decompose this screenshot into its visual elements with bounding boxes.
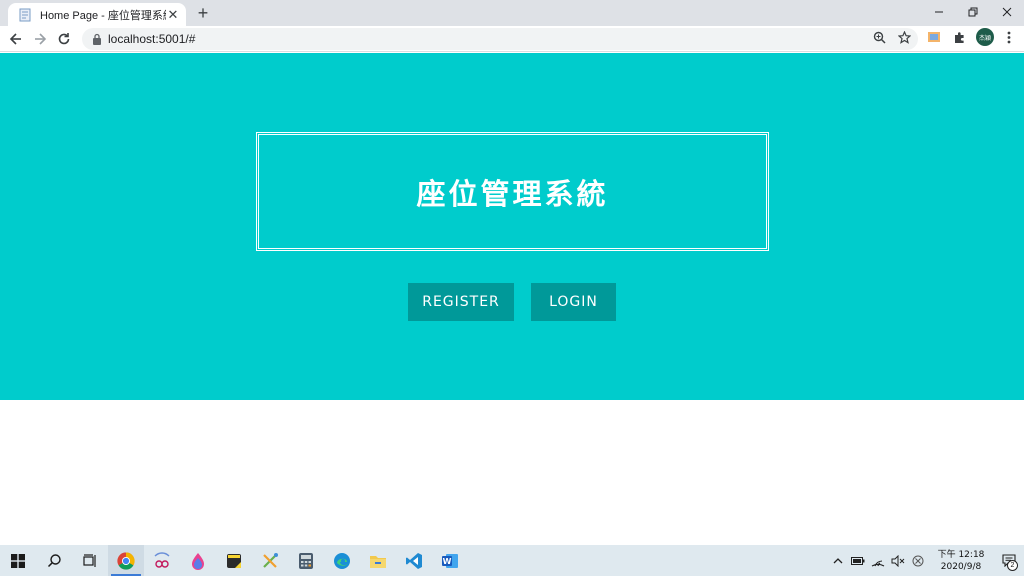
svg-text:W: W [443,557,452,566]
page-icon [19,8,31,21]
notification-center-button[interactable]: 2 [994,545,1024,576]
tab-title: Home Page - 座位管理系統 [40,9,166,22]
back-button[interactable] [6,29,26,49]
arrow-left-icon [9,33,21,45]
clock-time: 下午 12:18 [937,549,985,560]
close-window-button[interactable] [990,0,1024,24]
chrome-icon[interactable] [108,545,144,576]
arrow-right-icon [35,33,47,45]
title-frame: 座位管理系統 [256,132,769,251]
file-explorer-icon[interactable] [360,545,396,576]
toolbar-actions: 杰穎 [863,28,1018,46]
browser-tab-home[interactable]: Home Page - 座位管理系統 ✕ [8,3,186,26]
restore-button[interactable] [956,0,990,24]
hero-section: 座位管理系統 REGISTER LOGIN [0,53,1024,400]
lock-icon [93,33,101,45]
notification-badge: 2 [1007,560,1018,571]
calculator-icon[interactable] [288,545,324,576]
close-tab-icon[interactable]: ✕ [166,7,180,22]
snipping-icon[interactable] [144,545,180,576]
bookmark-star-icon[interactable] [895,28,913,46]
new-tab-button[interactable]: + [194,4,212,22]
extensions-puzzle-icon[interactable] [950,28,968,46]
reload-button[interactable] [54,29,74,49]
login-button[interactable]: LOGIN [531,283,616,321]
windows-start-icon[interactable] [0,545,36,576]
avatar: 杰穎 [976,28,994,46]
forward-button[interactable] [30,29,50,49]
battery-icon[interactable] [849,552,867,570]
profile-avatar[interactable]: 杰穎 [976,28,994,46]
search-icon[interactable] [36,545,72,576]
browser-tabstrip: Home Page - 座位管理系統 ✕ + [0,0,1024,26]
chevron-up-icon[interactable] [829,552,847,570]
register-button[interactable]: REGISTER [408,283,514,321]
address-bar[interactable]: localhost:5001/# [82,28,918,50]
menu-kebab-icon[interactable] [1000,28,1018,46]
browser-toolbar: localhost:5001/# 杰穎 [0,26,1024,52]
clock-date: 2020/9/8 [940,561,982,572]
windows-taskbar: W 下午 12:18 2020/9/8 2 [0,545,1024,576]
reload-icon [58,33,70,45]
network-off-icon[interactable] [909,552,927,570]
zoom-icon[interactable] [870,28,888,46]
window-controls [922,0,1024,26]
page-body [0,400,1024,545]
system-clock[interactable]: 下午 12:18 2020/9/8 [934,549,988,573]
sticky-notes-icon[interactable] [216,545,252,576]
word-icon[interactable]: W [432,545,468,576]
vscode-icon[interactable] [396,545,432,576]
tools-icon[interactable] [252,545,288,576]
paint-icon[interactable] [180,545,216,576]
minimize-button[interactable] [922,0,956,24]
volume-muted-icon[interactable] [889,552,907,570]
wifi-icon[interactable] [869,552,887,570]
system-tray: 下午 12:18 2020/9/8 2 [828,545,1024,576]
task-view-icon[interactable] [72,545,108,576]
extension-app-icon[interactable] [925,28,943,46]
url-text: localhost:5001/# [108,32,196,46]
edge-icon[interactable] [324,545,360,576]
page-title: 座位管理系統 [416,177,609,211]
